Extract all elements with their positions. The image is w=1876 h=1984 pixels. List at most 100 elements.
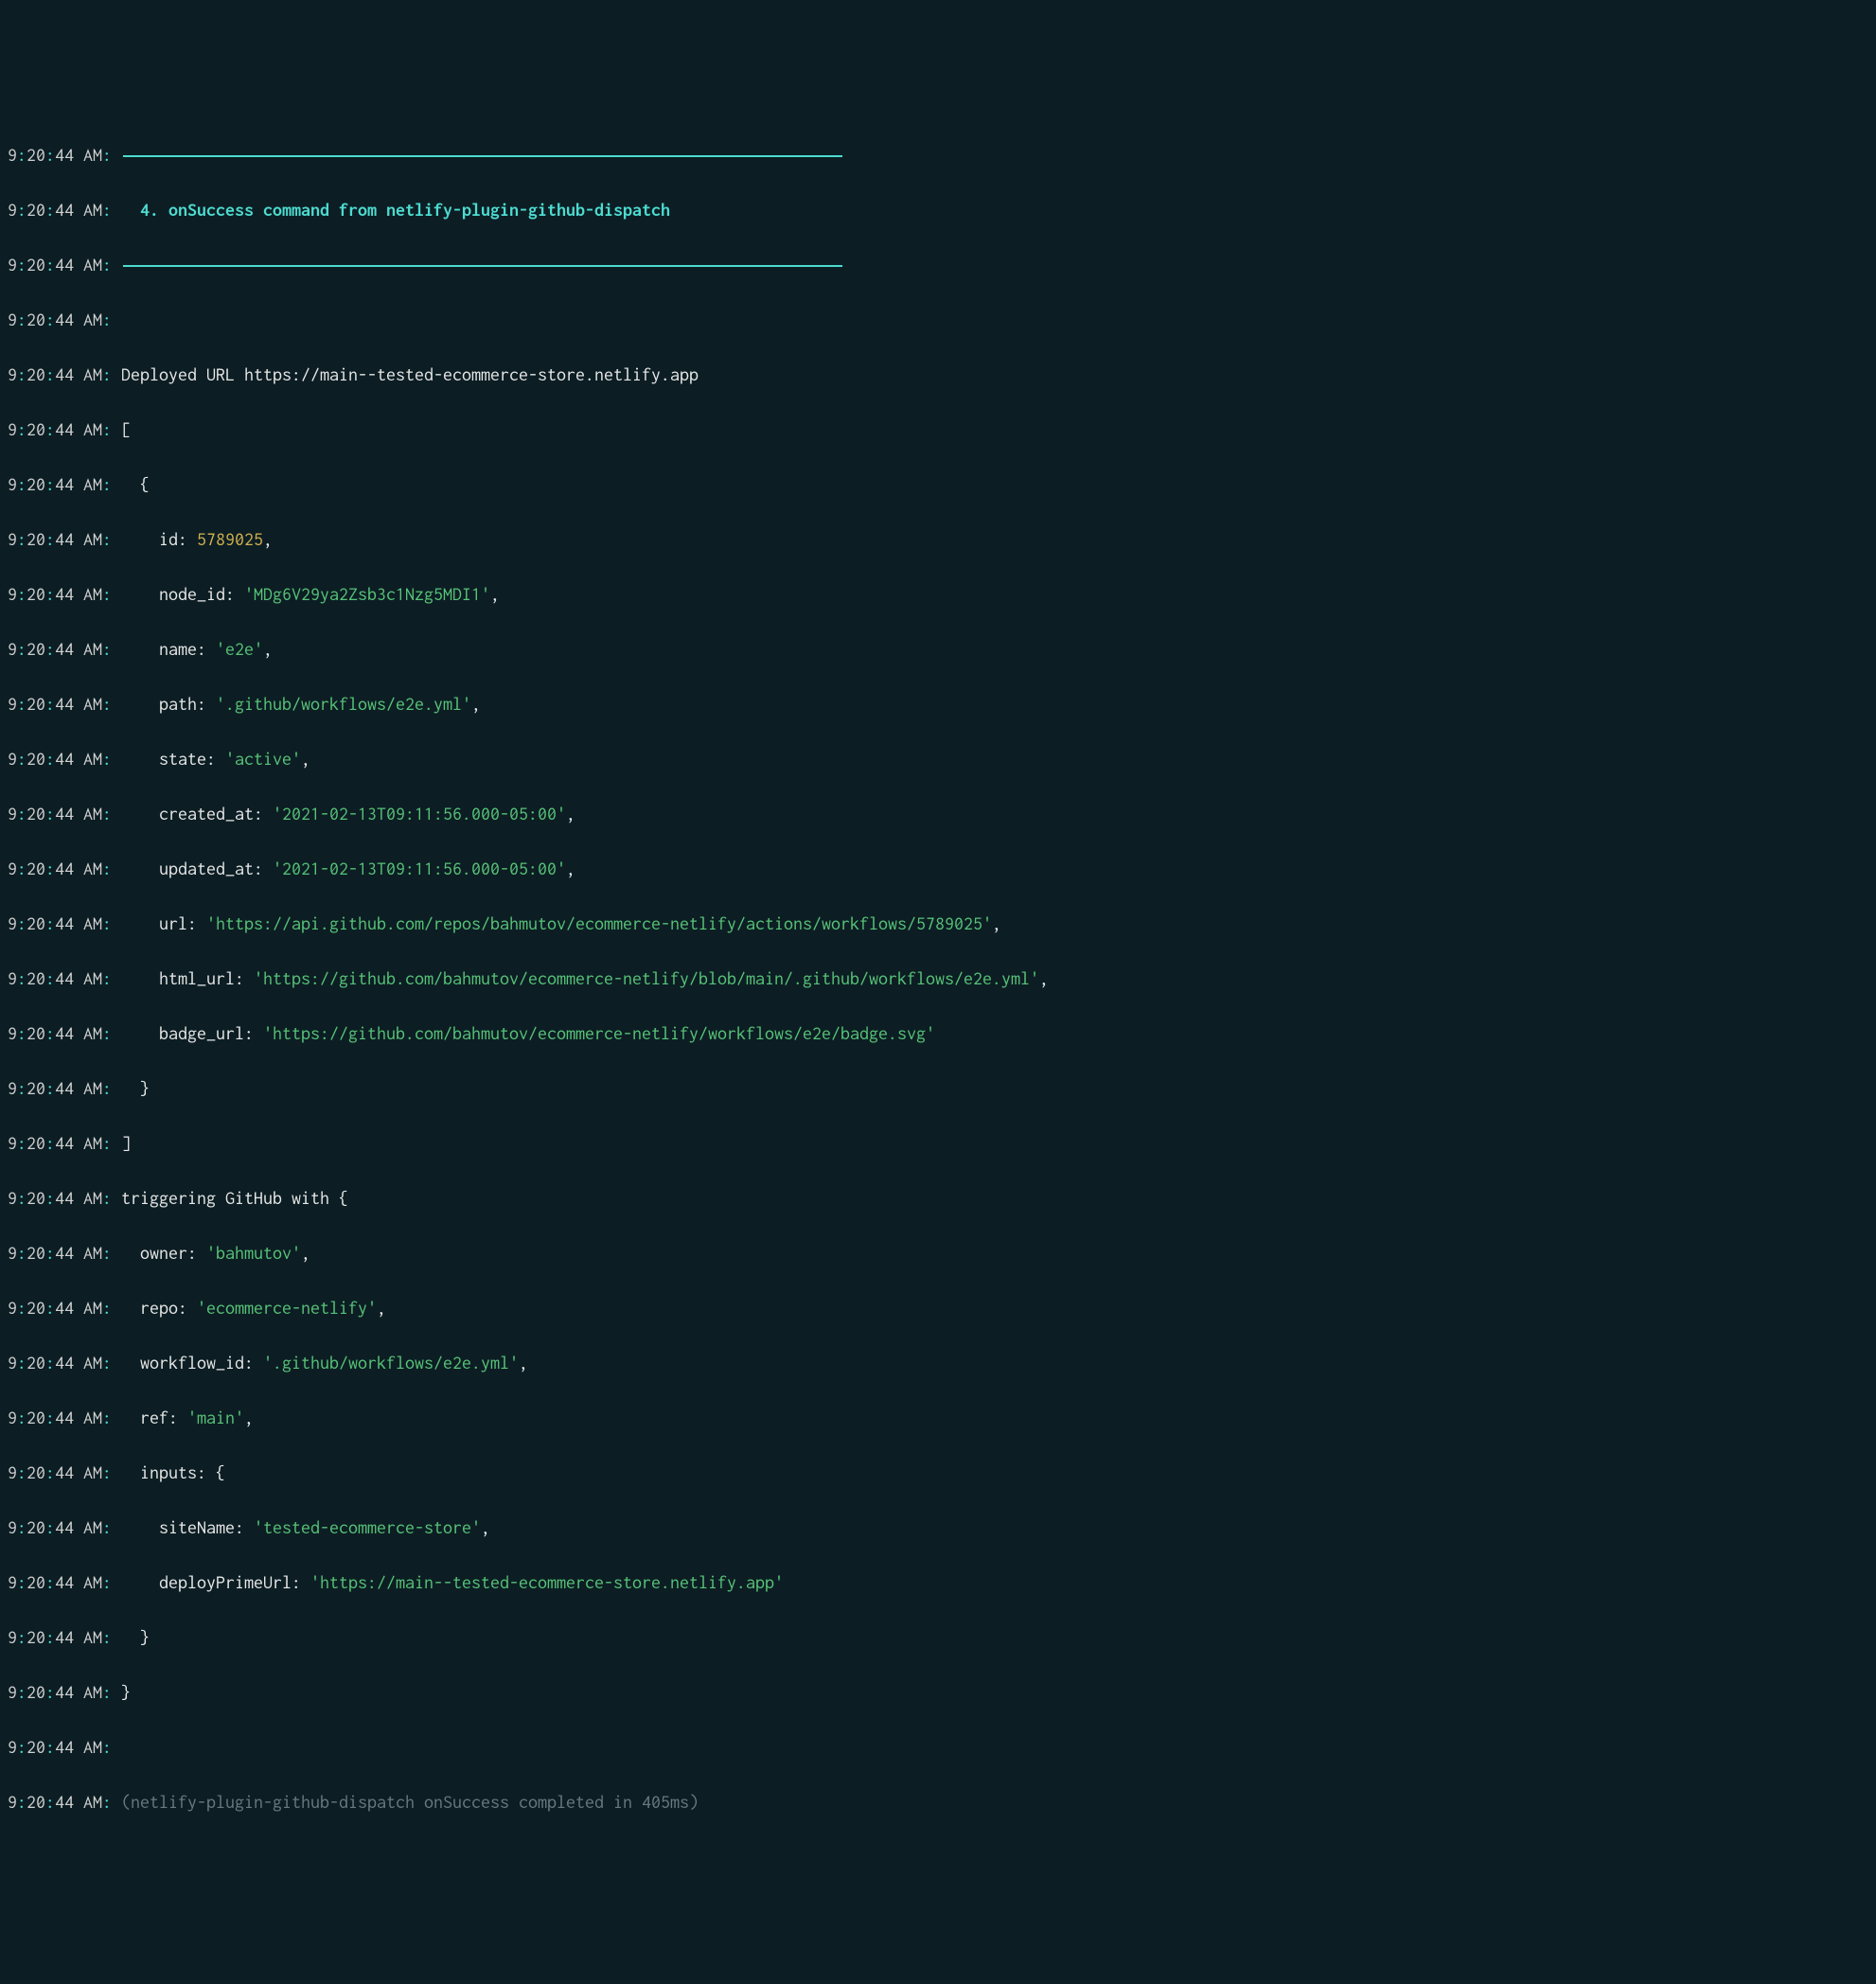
log-line-updated-at: 9:20:44 AM: updated_at: '2021-02-13T09:1… (0, 855, 1876, 882)
log-key: ref: (121, 1408, 187, 1427)
log-timestamp: 9:20:44 AM: (8, 1682, 112, 1702)
log-string: 'ecommerce-netlify' (197, 1298, 377, 1318)
log-line-path: 9:20:44 AM: path: '.github/workflows/e2e… (0, 690, 1876, 717)
log-text: ] (121, 1133, 131, 1153)
log-key: url: (121, 913, 206, 933)
log-line-repo: 9:20:44 AM: repo: 'ecommerce-netlify', (0, 1294, 1876, 1321)
log-line-rule-bottom: 9:20:44 AM: (0, 251, 1876, 278)
log-line-created-at: 9:20:44 AM: created_at: '2021-02-13T09:1… (0, 800, 1876, 827)
log-text: } (121, 1627, 150, 1647)
log-number: 5789025 (197, 529, 263, 549)
log-line-name: 9:20:44 AM: name: 'e2e', (0, 635, 1876, 663)
section-rule-icon (123, 155, 842, 157)
log-timestamp: 9:20:44 AM: (8, 1023, 112, 1043)
log-line: 9:20:44 AM: ] (0, 1129, 1876, 1157)
log-text: triggering GitHub with { (121, 1188, 348, 1208)
log-timestamp: 9:20:44 AM: (8, 364, 112, 384)
log-timestamp: 9:20:44 AM: (8, 1792, 112, 1812)
log-line-node-id: 9:20:44 AM: node_id: 'MDg6V29ya2Zsb3c1Nz… (0, 580, 1876, 608)
log-timestamp: 9:20:44 AM: (8, 1243, 112, 1263)
log-key: path: (121, 694, 216, 714)
log-timestamp: 9:20:44 AM: (8, 145, 112, 165)
log-string: '.github/workflows/e2e.yml' (263, 1353, 519, 1373)
log-string: 'https://api.github.com/repos/bahmutov/e… (206, 913, 992, 933)
log-line: 9:20:44 AM: { (0, 470, 1876, 498)
log-line-blank: 9:20:44 AM: (0, 1733, 1876, 1761)
log-timestamp: 9:20:44 AM: (8, 1517, 112, 1537)
log-string: 'https://main--tested-ecommerce-store.ne… (310, 1572, 784, 1592)
log-line-workflow-id: 9:20:44 AM: workflow_id: '.github/workfl… (0, 1349, 1876, 1376)
log-line-site-name: 9:20:44 AM: siteName: 'tested-ecommerce-… (0, 1514, 1876, 1541)
log-line-html-url: 9:20:44 AM: html_url: 'https://github.co… (0, 965, 1876, 992)
log-timestamp: 9:20:44 AM: (8, 694, 112, 714)
log-key: created_at: (121, 804, 273, 824)
log-timestamp: 9:20:44 AM: (8, 1572, 112, 1592)
log-line-id: 9:20:44 AM: id: 5789025, (0, 525, 1876, 553)
log-line-ref: 9:20:44 AM: ref: 'main', (0, 1404, 1876, 1431)
log-line-badge-url: 9:20:44 AM: badge_url: 'https://github.c… (0, 1019, 1876, 1047)
log-timestamp: 9:20:44 AM: (8, 529, 112, 549)
log-timestamp: 9:20:44 AM: (8, 310, 112, 329)
log-line-deployed-url: 9:20:44 AM: Deployed URL https://main--t… (0, 361, 1876, 388)
log-dim-text: (netlify-plugin-github-dispatch onSucces… (121, 1792, 699, 1812)
log-key: deployPrimeUrl: (121, 1572, 310, 1592)
log-line-inputs: 9:20:44 AM: inputs: { (0, 1459, 1876, 1486)
log-text: } (121, 1078, 150, 1098)
log-timestamp: 9:20:44 AM: (8, 200, 112, 220)
log-text: Deployed URL https://main--tested-ecomme… (121, 364, 699, 384)
log-timestamp: 9:20:44 AM: (8, 1627, 112, 1647)
deploy-log: 9:20:44 AM: 9:20:44 AM: 4. onSuccess com… (0, 114, 1876, 1843)
log-timestamp: 9:20:44 AM: (8, 1298, 112, 1318)
log-timestamp: 9:20:44 AM: (8, 1737, 112, 1757)
log-key: name: (121, 639, 216, 659)
log-string: '.github/workflows/e2e.yml' (216, 694, 471, 714)
log-key: workflow_id: (121, 1353, 263, 1373)
log-key: node_id: (121, 584, 244, 604)
log-timestamp: 9:20:44 AM: (8, 584, 112, 604)
log-timestamp: 9:20:44 AM: (8, 474, 112, 494)
log-string: 'https://github.com/bahmutov/ecommerce-n… (263, 1023, 935, 1043)
log-timestamp: 9:20:44 AM: (8, 255, 112, 275)
log-line: 9:20:44 AM: } (0, 1678, 1876, 1706)
log-line-blank: 9:20:44 AM: (0, 306, 1876, 333)
log-timestamp: 9:20:44 AM: (8, 1353, 112, 1373)
log-timestamp: 9:20:44 AM: (8, 1133, 112, 1153)
section-rule-icon (123, 265, 842, 267)
log-string: '2021-02-13T09:11:56.000-05:00' (273, 804, 566, 824)
log-string: '2021-02-13T09:11:56.000-05:00' (273, 859, 566, 878)
log-string: 'e2e' (216, 639, 263, 659)
log-timestamp: 9:20:44 AM: (8, 913, 112, 933)
log-key: badge_url: (121, 1023, 263, 1043)
log-key: repo: (121, 1298, 197, 1318)
log-timestamp: 9:20:44 AM: (8, 968, 112, 988)
log-string: 'tested-ecommerce-store' (254, 1517, 481, 1537)
log-key: siteName: (121, 1517, 254, 1537)
log-key: html_url: (121, 968, 254, 988)
log-text: { (121, 474, 150, 494)
log-string: 'main' (187, 1408, 244, 1427)
log-string: 'MDg6V29ya2Zsb3c1Nzg5MDI1' (244, 584, 490, 604)
log-key: updated_at: (121, 859, 273, 878)
log-line-state: 9:20:44 AM: state: 'active', (0, 745, 1876, 772)
log-string: 'bahmutov' (206, 1243, 301, 1263)
log-string: 'active' (225, 749, 301, 769)
log-line: 9:20:44 AM: } (0, 1623, 1876, 1651)
log-key: state: (121, 749, 225, 769)
log-line-deploy-prime-url: 9:20:44 AM: deployPrimeUrl: 'https://mai… (0, 1568, 1876, 1596)
log-key: owner: (121, 1243, 206, 1263)
log-line-owner: 9:20:44 AM: owner: 'bahmutov', (0, 1239, 1876, 1267)
log-timestamp: 9:20:44 AM: (8, 639, 112, 659)
log-timestamp: 9:20:44 AM: (8, 419, 112, 439)
log-line-section-title: 9:20:44 AM: 4. onSuccess command from ne… (0, 196, 1876, 223)
log-line-url: 9:20:44 AM: url: 'https://api.github.com… (0, 910, 1876, 937)
section-title: 4. onSuccess command from netlify-plugin… (121, 200, 670, 220)
log-line: 9:20:44 AM: } (0, 1074, 1876, 1102)
log-line-rule-top: 9:20:44 AM: (0, 141, 1876, 168)
log-key: id: (121, 529, 197, 549)
log-timestamp: 9:20:44 AM: (8, 1408, 112, 1427)
log-text: [ (121, 419, 131, 439)
log-text: } (121, 1682, 131, 1702)
log-timestamp: 9:20:44 AM: (8, 1188, 112, 1208)
log-line: 9:20:44 AM: [ (0, 416, 1876, 443)
log-timestamp: 9:20:44 AM: (8, 1078, 112, 1098)
